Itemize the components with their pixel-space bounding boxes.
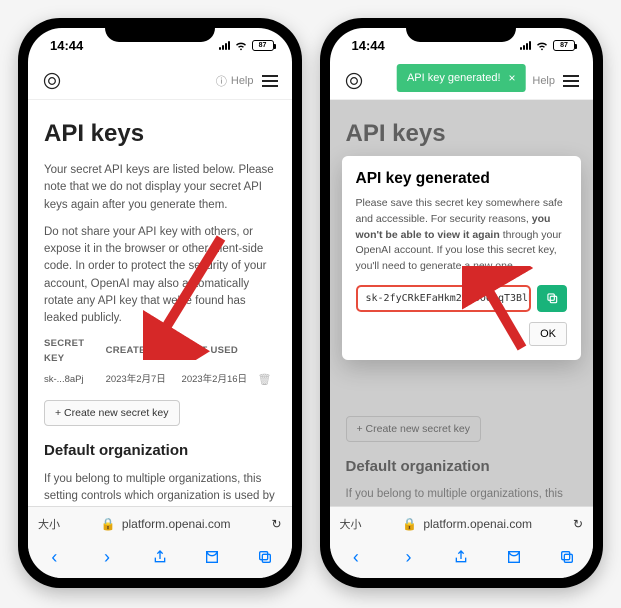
col-secret: SECRET KEY xyxy=(44,337,102,366)
modal-title: API key generated xyxy=(356,170,568,188)
help-icon: ⓘ xyxy=(216,73,227,89)
lock-icon: 🔒 xyxy=(101,517,116,531)
help-label: Help xyxy=(231,75,254,87)
text-size-button[interactable]: 大小 xyxy=(340,516,362,532)
url-text[interactable]: platform.openai.com xyxy=(423,517,532,531)
address-bar: 大小 🔒 platform.openai.com ↻ xyxy=(28,506,292,540)
signal-icon xyxy=(520,40,531,50)
intro-text: Your secret API keys are listed below. P… xyxy=(44,162,276,214)
help-label: Help xyxy=(532,75,555,87)
cell-created: 2023年2月7日 xyxy=(106,373,178,387)
toast-text: API key generated! xyxy=(407,72,501,84)
wifi-icon xyxy=(535,38,549,52)
reload-icon[interactable]: ↻ xyxy=(573,517,583,531)
org-heading: Default organization xyxy=(44,440,276,463)
bookmarks-icon[interactable] xyxy=(203,548,221,566)
ok-button[interactable]: OK xyxy=(529,322,567,346)
help-link[interactable]: ⓘ Help xyxy=(216,73,254,89)
forward-button: › xyxy=(400,548,418,566)
notch xyxy=(406,18,516,42)
notch xyxy=(105,18,215,42)
battery-icon: 87 xyxy=(553,40,575,51)
bookmarks-icon[interactable] xyxy=(505,548,523,566)
battery-icon: 87 xyxy=(252,40,274,51)
cell-last: 2023年2月16日 xyxy=(182,373,254,387)
create-secret-key-button[interactable]: + Create new secret key xyxy=(44,400,180,426)
wifi-icon xyxy=(234,38,248,52)
copy-icon xyxy=(545,291,559,305)
browser-toolbar: ‹ › xyxy=(28,540,292,578)
toast-notification: API key generated! × xyxy=(397,64,526,92)
address-bar: 大小 🔒 platform.openai.com ↻ xyxy=(330,506,594,540)
phone-right: 14:44 87 Help API keys Your secret API k… xyxy=(320,18,604,588)
screen-right: 14:44 87 Help API keys Your secret API k… xyxy=(330,28,594,578)
status-time: 14:44 xyxy=(352,38,385,53)
share-icon[interactable] xyxy=(151,548,169,566)
share-icon[interactable] xyxy=(452,548,470,566)
table-row: sk-...8aPj 2023年2月7日 2023年2月16日 🗑 xyxy=(44,372,276,389)
back-button[interactable]: ‹ xyxy=(45,548,63,566)
col-last: LAST USED xyxy=(182,344,254,358)
phone-left: 14:44 87 ⓘ Help API keys Your secret API… xyxy=(18,18,302,588)
col-created: CREATED xyxy=(106,344,178,358)
back-button[interactable]: ‹ xyxy=(347,548,365,566)
modal-body: Please save this secret key somewhere sa… xyxy=(356,196,568,275)
tabs-icon[interactable] xyxy=(256,548,274,566)
app-header: ⓘ Help xyxy=(28,62,292,100)
browser-toolbar: ‹ › xyxy=(330,540,594,578)
api-key-modal: API key generated Please save this secre… xyxy=(342,156,582,360)
menu-button[interactable] xyxy=(563,75,579,87)
url-text[interactable]: platform.openai.com xyxy=(122,517,231,531)
screen-left: 14:44 87 ⓘ Help API keys Your secret API… xyxy=(28,28,292,578)
keys-table: SECRET KEY CREATED LAST USED sk-...8aPj … xyxy=(44,337,276,388)
openai-logo-icon xyxy=(344,71,364,91)
delete-icon[interactable]: 🗑 xyxy=(258,372,276,389)
lock-icon: 🔒 xyxy=(402,517,417,531)
page-title: API keys xyxy=(44,116,276,152)
toast-close-icon[interactable]: × xyxy=(509,71,516,85)
status-time: 14:44 xyxy=(50,38,83,53)
cell-secret: sk-...8aPj xyxy=(44,373,102,387)
create-btn-label: + Create new secret key xyxy=(55,407,169,419)
text-size-button[interactable]: 大小 xyxy=(38,516,60,532)
warning-text: Do not share your API key with others, o… xyxy=(44,224,276,328)
menu-button[interactable] xyxy=(262,75,278,87)
api-key-field[interactable]: sk-2fyCRkEFaHkm2RF3OQJqT3BlbkFJ xyxy=(356,285,532,312)
reload-icon[interactable]: ↻ xyxy=(271,517,281,531)
copy-button[interactable] xyxy=(537,285,567,312)
page-content: API keys Your secret API keys are listed… xyxy=(28,100,292,506)
signal-icon xyxy=(219,40,230,50)
forward-button: › xyxy=(98,548,116,566)
openai-logo-icon xyxy=(42,71,62,91)
help-link[interactable]: Help xyxy=(532,75,555,87)
tabs-icon[interactable] xyxy=(558,548,576,566)
org-body: If you belong to multiple organizations,… xyxy=(44,471,276,506)
